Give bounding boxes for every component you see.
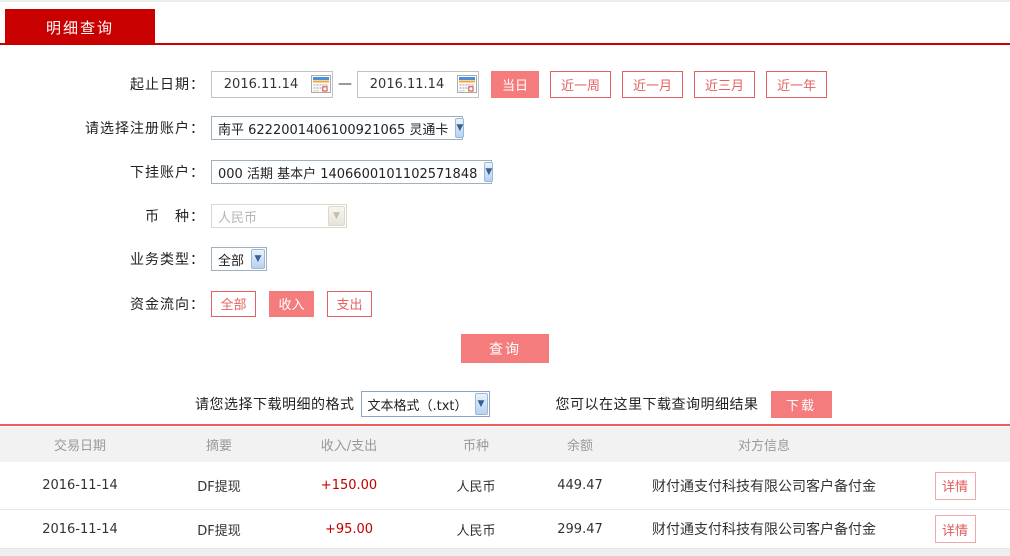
date-range-separator: —: [338, 76, 352, 92]
query-button[interactable]: 查询: [461, 334, 549, 363]
download-format-label: 请您选择下载明细的格式: [195, 397, 355, 413]
download-format-select[interactable]: 文本格式（.txt） ▼: [360, 391, 490, 417]
quick-range-week-button[interactable]: 近一周: [550, 70, 612, 98]
quick-range-month-button[interactable]: 近一月: [622, 70, 684, 98]
tab-bar: 明细查询: [0, 2, 1010, 45]
register-account-value: 南平 6222001406100921065 灵通卡: [218, 122, 449, 138]
cell-balance: 299.47: [557, 521, 603, 537]
download-row: 请您选择下载明细的格式 文本格式（.txt） ▼ 您可以在这里下载查询明细结果 …: [0, 390, 1010, 418]
cell-action: 详情: [900, 471, 1010, 500]
detail-query-page: 明细查询 起止日期： 2016.11.14 — 2016.11.14 当日 近一…: [0, 0, 1010, 556]
quick-range-today-button[interactable]: 当日: [491, 70, 540, 98]
sub-account-row: 下挂账户： 000 活期 基本户 1406600101102571848 ▼: [0, 160, 1010, 184]
register-account-row: 请选择注册账户： 南平 6222001406100921065 灵通卡 ▼: [0, 116, 1010, 140]
quick-range-year-button[interactable]: 近一年: [766, 70, 828, 98]
end-date-input[interactable]: 2016.11.14: [357, 70, 479, 98]
chevron-down-icon: ▼: [455, 118, 465, 138]
table-row: 2016-11-14 DF提现 +150.00 人民币 449.47 财付通支付…: [0, 462, 1010, 510]
cell-summary: DF提现: [197, 523, 241, 539]
currency-value: 人民币: [218, 210, 258, 226]
cell-currency: 人民币: [456, 480, 496, 495]
end-date-value: 2016.11.14: [369, 76, 445, 92]
cell-date: 2016-11-14: [42, 521, 118, 537]
business-type-value: 全部: [218, 253, 245, 269]
header-date: 交易日期: [53, 439, 106, 454]
cell-summary: DF提现: [197, 480, 241, 495]
calendar-icon[interactable]: [456, 75, 478, 93]
tab-detail-query[interactable]: 明细查询: [5, 9, 155, 45]
business-type-row: 业务类型： 全部 ▼: [0, 247, 1010, 271]
query-form: 起止日期： 2016.11.14 — 2016.11.14 当日 近一周 近一月…: [0, 45, 1010, 418]
bottom-strip: [0, 549, 1010, 556]
start-date-value: 2016.11.14: [223, 76, 299, 92]
fund-flow-expense-button[interactable]: 支出: [327, 290, 372, 317]
register-account-label: 请选择注册账户：: [85, 121, 205, 137]
start-date-input[interactable]: 2016.11.14: [211, 70, 333, 98]
cell-amount: +150.00: [320, 478, 378, 493]
tab-label: 明细查询: [45, 18, 114, 37]
cell-counterparty: 财付通支付科技有限公司客户备付金: [652, 522, 876, 538]
cell-balance: 449.47: [557, 478, 603, 493]
quick-range-buttons: 当日 近一周 近一月 近三月 近一年: [491, 70, 828, 98]
date-range-label: 起止日期：: [130, 77, 205, 93]
fund-flow-buttons: 全部 收入 支出: [211, 290, 372, 317]
quick-range-3month-button[interactable]: 近三月: [694, 70, 756, 98]
sub-account-value: 000 活期 基本户 1406600101102571848: [218, 166, 478, 182]
cell-amount: +95.00: [324, 521, 374, 537]
cell-currency: 人民币: [456, 523, 496, 539]
chevron-down-icon: ▼: [251, 249, 265, 269]
cell-action: 详情: [900, 515, 1010, 543]
query-button-row: 查询: [0, 334, 1010, 363]
detail-button[interactable]: 详情: [934, 515, 976, 543]
calendar-icon[interactable]: [310, 75, 332, 93]
chevron-down-icon: ▼: [484, 162, 494, 182]
currency-select: 人民币 ▼: [211, 204, 347, 228]
sub-account-select[interactable]: 000 活期 基本户 1406600101102571848 ▼: [211, 160, 494, 184]
fund-flow-row: 资金流向： 全部 收入 支出: [0, 290, 1010, 317]
sub-account-label: 下挂账户：: [130, 165, 205, 181]
header-counterparty: 对方信息: [737, 439, 790, 454]
detail-button[interactable]: 详情: [934, 471, 976, 500]
header-currency: 币种: [462, 439, 489, 454]
fund-flow-all-button[interactable]: 全部: [211, 290, 256, 317]
business-type-select[interactable]: 全部 ▼: [211, 247, 267, 271]
download-hint-text: 您可以在这里下载查询明细结果: [555, 397, 759, 413]
cell-counterparty: 财付通支付科技有限公司客户备付金: [652, 478, 876, 495]
table-header: 交易日期 摘要 收入/支出 币种 余额 对方信息: [0, 427, 1010, 462]
business-type-label: 业务类型：: [130, 252, 205, 268]
chevron-down-icon: ▼: [474, 393, 488, 415]
cell-date: 2016-11-14: [42, 478, 118, 493]
date-range-row: 起止日期： 2016.11.14 — 2016.11.14 当日 近一周 近一月…: [0, 70, 1010, 98]
chevron-down-icon: ▼: [328, 206, 345, 226]
header-balance: 余额: [566, 439, 593, 454]
header-amount: 收入/支出: [320, 439, 378, 454]
table-row: 2016-11-14 DF提现 +95.00 人民币 299.47 财付通支付科…: [0, 510, 1010, 549]
fund-flow-label: 资金流向：: [130, 296, 205, 313]
currency-label: 币 种：: [145, 209, 205, 225]
header-summary: 摘要: [205, 439, 232, 454]
fund-flow-income-button[interactable]: 收入: [269, 290, 314, 317]
download-format-value: 文本格式（.txt）: [367, 398, 468, 414]
download-button[interactable]: 下载: [770, 390, 832, 418]
section-divider: [0, 424, 1010, 426]
register-account-select[interactable]: 南平 6222001406100921065 灵通卡 ▼: [211, 116, 465, 140]
currency-row: 币 种： 人民币 ▼: [0, 204, 1010, 228]
